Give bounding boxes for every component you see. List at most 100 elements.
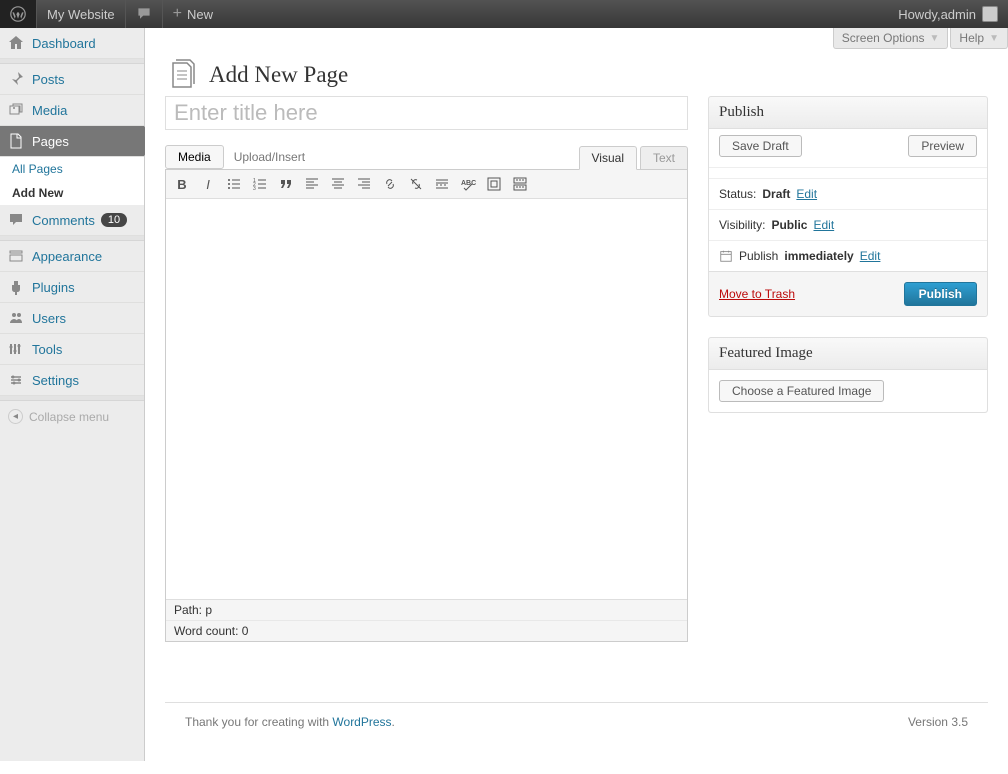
spellcheck-button[interactable]: ABC <box>458 174 478 194</box>
calendar-icon <box>719 249 733 263</box>
menu-settings[interactable]: Settings <box>0 365 144 396</box>
page-title-text: Add New Page <box>209 62 348 88</box>
status-label: Status: <box>719 187 756 201</box>
menu-plugins[interactable]: Plugins <box>0 272 144 303</box>
menu-media[interactable]: Media <box>0 95 144 126</box>
menu-label: Tools <box>32 342 62 357</box>
choose-featured-image-button[interactable]: Choose a Featured Image <box>719 380 884 402</box>
footer-thanks: Thank you for creating with WordPress. <box>185 715 395 729</box>
publish-box-title[interactable]: Publish <box>709 97 987 129</box>
menu-comments[interactable]: Comments 10 <box>0 205 144 236</box>
comments-count-badge: 10 <box>101 213 127 227</box>
visibility-label: Visibility: <box>719 218 765 232</box>
save-draft-button[interactable]: Save Draft <box>719 135 802 157</box>
italic-button[interactable]: I <box>198 174 218 194</box>
comment-icon <box>8 212 24 228</box>
status-section: Status: Draft Edit <box>709 178 987 209</box>
menu-dashboard[interactable]: Dashboard <box>0 28 144 59</box>
title-input[interactable] <box>165 96 688 130</box>
align-right-button[interactable] <box>354 174 374 194</box>
help-tab[interactable]: Help ▼ <box>950 28 1008 49</box>
featured-image-box: Featured Image Choose a Featured Image <box>708 337 988 413</box>
word-count: Word count: 0 <box>166 620 687 641</box>
submenu-pages: All Pages Add New <box>0 157 144 205</box>
submenu-all-pages[interactable]: All Pages <box>0 157 144 181</box>
help-label: Help <box>959 31 984 45</box>
publish-button[interactable]: Publish <box>904 282 977 306</box>
svg-text:3: 3 <box>253 186 256 192</box>
menu-label: Dashboard <box>32 36 96 51</box>
kitchen-sink-button[interactable] <box>510 174 530 194</box>
menu-label: Comments <box>32 213 95 228</box>
menu-users[interactable]: Users <box>0 303 144 334</box>
menu-label: Pages <box>32 134 69 149</box>
schedule-prefix: Publish <box>739 249 778 263</box>
page-icon <box>8 133 24 149</box>
preview-button[interactable]: Preview <box>908 135 977 157</box>
tab-visual[interactable]: Visual <box>579 146 637 170</box>
users-icon <box>8 310 24 326</box>
tools-icon <box>8 341 24 357</box>
editor-content[interactable] <box>166 199 687 599</box>
align-left-button[interactable] <box>302 174 322 194</box>
align-center-button[interactable] <box>328 174 348 194</box>
site-name[interactable]: My Website <box>37 0 125 28</box>
editor-toolbar: B I 123 ABC <box>166 170 687 199</box>
chevron-down-icon: ▼ <box>930 33 940 44</box>
blockquote-button[interactable] <box>276 174 296 194</box>
howdy-account[interactable]: Howdy, admin <box>888 0 1008 28</box>
editor: B I 123 ABC <box>165 169 688 642</box>
visibility-section: Visibility: Public Edit <box>709 209 987 240</box>
home-icon <box>8 35 24 51</box>
link-button[interactable] <box>380 174 400 194</box>
howdy-user: admin <box>941 7 976 22</box>
footer-version: Version 3.5 <box>908 715 968 729</box>
menu-label: Settings <box>32 373 79 388</box>
visibility-value: Public <box>771 218 807 232</box>
add-media-button[interactable]: Media <box>165 145 224 169</box>
plus-icon: + <box>173 6 182 22</box>
publish-box: Publish Save Draft Preview Status: Draft… <box>708 96 988 317</box>
featured-image-title[interactable]: Featured Image <box>709 338 987 370</box>
screen-options-tab[interactable]: Screen Options ▼ <box>833 28 949 49</box>
menu-tools[interactable]: Tools <box>0 334 144 365</box>
plugin-icon <box>8 279 24 295</box>
pin-icon <box>8 71 24 87</box>
collapse-menu[interactable]: ◂ Collapse menu <box>0 401 144 432</box>
edit-status-link[interactable]: Edit <box>796 187 817 201</box>
menu-label: Media <box>32 103 67 118</box>
howdy-prefix: Howdy, <box>898 7 940 22</box>
menu-label: Users <box>32 311 66 326</box>
bold-button[interactable]: B <box>172 174 192 194</box>
tab-text[interactable]: Text <box>640 146 688 170</box>
more-button[interactable] <box>432 174 452 194</box>
move-to-trash-link[interactable]: Move to Trash <box>719 287 795 301</box>
menu-posts[interactable]: Posts <box>0 64 144 95</box>
svg-text:ABC: ABC <box>461 180 476 187</box>
schedule-section: Publish immediately Edit <box>709 240 987 271</box>
editor-path: Path: p <box>166 600 687 620</box>
wordpress-link[interactable]: WordPress <box>332 715 391 729</box>
schedule-value: immediately <box>784 249 853 263</box>
media-icon <box>8 102 24 118</box>
fullscreen-button[interactable] <box>484 174 504 194</box>
bullet-list-button[interactable] <box>224 174 244 194</box>
wp-logo[interactable] <box>0 0 36 28</box>
edit-visibility-link[interactable]: Edit <box>813 218 834 232</box>
chevron-down-icon: ▼ <box>989 33 999 44</box>
edit-schedule-link[interactable]: Edit <box>860 249 881 263</box>
numbered-list-button[interactable]: 123 <box>250 174 270 194</box>
collapse-label: Collapse menu <box>29 410 109 424</box>
menu-appearance[interactable]: Appearance <box>0 241 144 272</box>
avatar-icon <box>982 6 998 22</box>
submenu-add-new[interactable]: Add New <box>0 181 144 205</box>
comments-bubble[interactable] <box>126 0 162 28</box>
new-content[interactable]: + New <box>163 0 223 28</box>
new-label: New <box>187 7 213 22</box>
menu-label: Posts <box>32 72 65 87</box>
page-title: Add New Page <box>165 49 988 96</box>
menu-label: Appearance <box>32 249 102 264</box>
screen-options-label: Screen Options <box>842 31 925 45</box>
unlink-button[interactable] <box>406 174 426 194</box>
menu-pages[interactable]: Pages <box>0 126 144 157</box>
